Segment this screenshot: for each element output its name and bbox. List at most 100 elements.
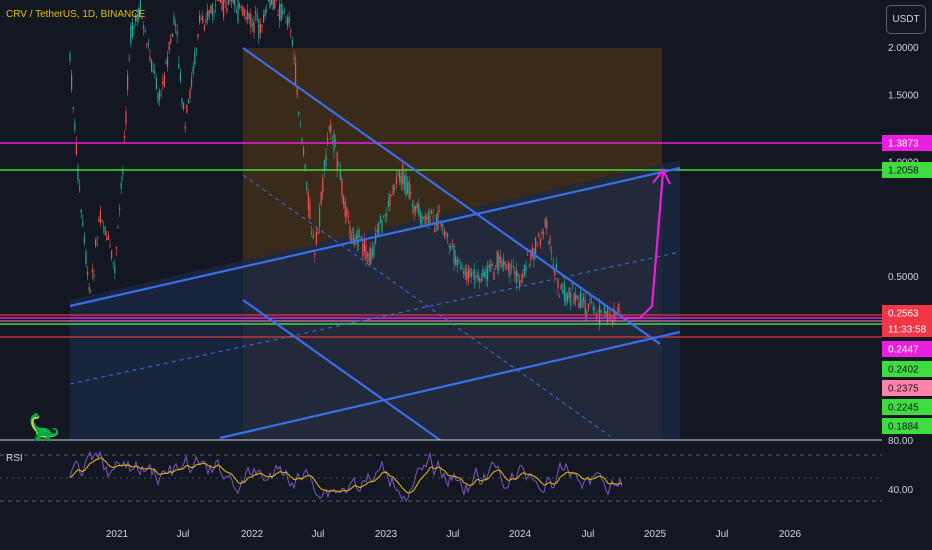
candle-body — [603, 305, 605, 314]
candle-body — [376, 229, 378, 233]
price-level-label: 0.2245 — [888, 403, 919, 414]
candle-body — [455, 257, 457, 266]
candle-body — [123, 135, 125, 138]
candle-body — [579, 292, 581, 309]
candle-body — [203, 25, 205, 30]
candle-body — [570, 292, 572, 306]
candle-body — [416, 202, 418, 208]
price-level-label: 1.3873 — [888, 139, 919, 150]
candle-body — [383, 215, 385, 218]
candle-body — [555, 263, 557, 269]
candle-body — [477, 271, 479, 281]
candle-body — [231, 0, 233, 2]
candle-body — [442, 224, 444, 227]
candle-body — [333, 132, 335, 152]
candle-body — [485, 269, 487, 279]
price-tick-label: 1.5000 — [888, 91, 919, 102]
candle-body — [71, 74, 73, 90]
candle-body — [426, 216, 428, 219]
candle-body — [453, 243, 455, 264]
candle-body — [186, 104, 188, 113]
candle-body — [319, 207, 321, 227]
candle-body — [120, 182, 122, 189]
candle-body — [317, 231, 319, 234]
time-tick-label: 2022 — [241, 529, 264, 540]
candle-body — [597, 310, 599, 312]
candle-body — [274, 0, 276, 8]
candle-body — [448, 245, 450, 248]
candle-body — [303, 147, 305, 155]
candle-body — [405, 174, 407, 196]
candle-body — [466, 271, 468, 280]
candle-body — [450, 245, 452, 251]
candle-body — [205, 19, 207, 23]
candle-body — [235, 11, 237, 13]
candle-body — [282, 10, 284, 15]
candle-body — [245, 17, 247, 20]
candle-body — [591, 302, 593, 304]
candle-body — [288, 16, 290, 24]
candle-body — [515, 269, 517, 283]
candle-body — [223, 0, 225, 17]
candle-body — [283, 9, 285, 11]
candle-body — [335, 139, 337, 142]
candle-body — [242, 6, 244, 16]
chart-canvas[interactable]: 80.0040.00 2.00001.50001.00000.50001.387… — [0, 0, 932, 550]
rsi-upper-tick: 80.00 — [888, 436, 913, 447]
candle-body — [488, 264, 490, 268]
price-level-label: 0.2447 — [888, 345, 919, 356]
candle-body — [239, 3, 241, 8]
candle-body — [272, 0, 274, 10]
candle-body — [327, 138, 329, 142]
candle-body — [159, 90, 161, 100]
price-level-label: 0.1884 — [888, 422, 919, 433]
candle-body — [109, 245, 111, 247]
candle-body — [304, 163, 306, 171]
candle-body — [152, 70, 154, 72]
candle-body — [199, 15, 201, 23]
candle-body — [154, 71, 156, 74]
candle-body — [128, 58, 130, 60]
candle-body — [469, 268, 471, 277]
candle-body — [258, 19, 260, 39]
candle-body — [181, 98, 183, 104]
candle-body — [290, 30, 292, 33]
candle-body — [367, 253, 369, 257]
candle-body — [471, 272, 473, 277]
candle-body — [437, 211, 439, 231]
candle-body — [359, 235, 361, 237]
candle-body — [565, 293, 567, 305]
candle-body — [176, 30, 178, 36]
candle-body — [133, 25, 135, 29]
candle-body — [98, 219, 100, 222]
candle-body — [427, 211, 429, 224]
candle-body — [346, 208, 348, 217]
candle-body — [384, 214, 386, 216]
candle-body — [175, 24, 177, 26]
candle-body — [259, 24, 261, 33]
candle-body — [144, 30, 146, 33]
candle-body — [250, 13, 252, 28]
candle-body — [399, 170, 401, 182]
candle-body — [119, 208, 121, 210]
candle-body — [509, 263, 511, 277]
candle-body — [419, 210, 421, 223]
candle-body — [251, 23, 253, 25]
candle-body — [83, 236, 85, 244]
candle-body — [447, 233, 449, 238]
currency-button[interactable]: USDT — [886, 5, 926, 34]
candle-body — [559, 296, 561, 298]
candle-body — [578, 302, 580, 308]
candle-body — [594, 308, 596, 310]
candle-body — [544, 218, 546, 228]
time-tick-label: 2026 — [779, 529, 802, 540]
price-level-label: 0.2563 — [888, 309, 919, 320]
candle-body — [379, 216, 381, 223]
candle-body — [130, 25, 132, 44]
candle-body — [464, 267, 466, 277]
candle-body — [338, 165, 340, 167]
candle-body — [546, 220, 548, 230]
candle-body — [527, 254, 529, 256]
candle-body — [461, 264, 463, 269]
candle-body — [277, 14, 279, 16]
